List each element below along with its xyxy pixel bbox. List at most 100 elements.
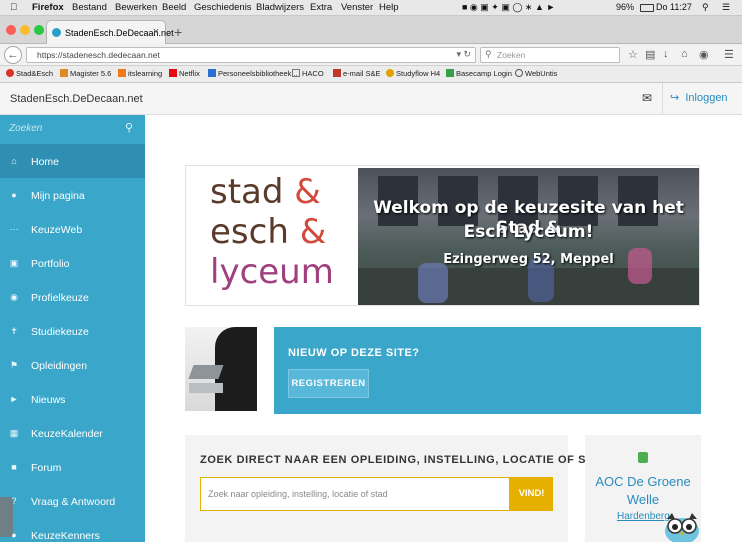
browser-tab[interactable]: StadenEsch.DeDecaan.net ×	[46, 20, 174, 44]
sidebar-item-label: KeuzeKalender	[31, 428, 103, 440]
menu-extra[interactable]: Extra	[310, 2, 332, 13]
bookmarks-bar: Stad&Esch Magister 5.6 itslearning Netfl…	[0, 66, 742, 83]
search-icon[interactable]: ⚲	[125, 121, 133, 134]
briefcase-icon: ▣	[9, 258, 19, 268]
browser-search-input[interactable]: ⚲ Zoeken	[480, 47, 620, 63]
clock: Do 11:27	[656, 2, 692, 12]
school-building-photo: Welkom op de keuzesite van het Stad & Es…	[358, 168, 699, 305]
menu-bewerken[interactable]: Bewerken	[115, 2, 157, 13]
bookmark-star-icon[interactable]: ☆	[628, 48, 638, 61]
globe-icon: ◉	[10, 292, 18, 302]
menu-app-name[interactable]: Firefox	[32, 2, 64, 13]
student-photo	[185, 327, 257, 411]
sidebar-item-home[interactable]: ⌂ Home	[0, 145, 145, 178]
school-address: Ezingerweg 52, Meppel	[443, 252, 614, 267]
minimize-window-button[interactable]	[20, 25, 30, 35]
sidebar-item-studiekeuze[interactable]: ✝ Studiekeuze	[0, 315, 145, 348]
sidebar-item-label: Profielkeuze	[31, 292, 89, 304]
login-icon: ↪	[670, 92, 680, 104]
menu-bladwijzers[interactable]: Bladwijzers	[256, 2, 304, 13]
menu-geschiedenis[interactable]: Geschiedenis	[194, 2, 252, 13]
logo-text: lyceum	[210, 252, 334, 292]
home-button-icon[interactable]: ⌂	[681, 48, 688, 60]
sidebar-item-opleidingen[interactable]: ⚑ Opleidingen	[0, 349, 145, 382]
sidebar-item-profielkeuze[interactable]: ◉ Profielkeuze	[0, 281, 145, 314]
url-bar[interactable]: https://stadenesch.dedecaan.net ▾ ↻	[26, 47, 476, 63]
sidebar-item-label: Nieuws	[31, 394, 66, 406]
site-title[interactable]: StadenEsch.DeDecaan.net	[10, 93, 143, 105]
logo-text: stad &	[210, 172, 321, 212]
sidebar-item-label: Mijn pagina	[31, 190, 85, 202]
sidebar-search-input[interactable]: Zoeken ⚲	[0, 115, 145, 145]
bookmark-item[interactable]: Studyflow H4	[386, 69, 440, 78]
bookmark-item[interactable]: Magister 5.6	[60, 69, 111, 78]
header-divider	[662, 83, 663, 115]
mail-icon[interactable]: ✉	[642, 91, 652, 105]
sidebar-item-label: Opleidingen	[31, 360, 88, 372]
sidebar-item-vraag-antwoord[interactable]: ? Vraag & Antwoord	[0, 485, 145, 518]
back-arrow-icon[interactable]: ←	[4, 46, 22, 64]
menu-help[interactable]: Help	[379, 2, 399, 13]
status-icons: ■ ◉ ▣ ✦ ▣ ◯ ∗ ▲ ►	[462, 2, 556, 12]
reload-icon[interactable]: ▾ ↻	[456, 49, 471, 60]
bookmark-item[interactable]: Basecamp Login	[446, 69, 512, 78]
sidebar-item-label: KeuzeWeb	[31, 224, 83, 236]
owl-mascot-icon[interactable]	[662, 509, 702, 542]
sidebar-item-portfolio[interactable]: ▣ Portfolio	[0, 247, 145, 280]
signpost-icon: ✝	[10, 326, 18, 336]
menu-venster[interactable]: Venster	[341, 2, 373, 13]
reading-list-icon[interactable]: ▤	[645, 48, 655, 61]
search-panel-title: ZOEK DIRECT NAAR EEN OPLEIDING, INSTELLI…	[200, 454, 610, 466]
menu-bestand[interactable]: Bestand	[72, 2, 107, 13]
bookmark-item[interactable]: HACO	[292, 69, 324, 78]
apple-menu-icon[interactable]: 	[10, 2, 17, 13]
bookmark-item[interactable]: Stad&Esch	[6, 69, 53, 78]
close-window-button[interactable]	[6, 25, 16, 35]
chat-icon: ■	[11, 462, 17, 472]
zoom-window-button[interactable]	[34, 25, 44, 35]
spotlight-icon[interactable]: ⚲	[702, 2, 709, 13]
search-panel: ZOEK DIRECT NAAR EEN OPLEIDING, INSTELLI…	[185, 435, 609, 542]
find-button[interactable]: VIND!	[510, 477, 553, 511]
register-promo: NIEUW OP DEZE SITE? REGISTREREN	[274, 327, 701, 414]
sidebar-item-keuzeweb[interactable]: ⋯ KeuzeWeb	[0, 213, 145, 246]
sidebar-drag-handle[interactable]	[0, 497, 13, 537]
home-icon: ⌂	[11, 156, 17, 166]
welcome-banner: stad & esch & lyceum Welkom op de keuzes…	[185, 165, 700, 306]
hamburger-menu-icon[interactable]: ☰	[724, 48, 734, 61]
sidebar-item-label: Vraag & Antwoord	[31, 496, 116, 508]
battery-icon	[640, 4, 654, 12]
pocket-icon[interactable]: ◉	[699, 48, 709, 61]
notification-center-icon[interactable]: ☰	[722, 2, 730, 13]
sidebar: Zoeken ⚲ ⌂ Home ● Mijn pagina ⋯ KeuzeWeb…	[0, 115, 145, 542]
sidebar-item-forum[interactable]: ■ Forum	[0, 451, 145, 484]
bookmark-item[interactable]: itslearning	[118, 69, 162, 78]
tab-favicon-icon	[52, 28, 61, 37]
megaphone-icon: ►	[9, 394, 19, 404]
sidebar-item-mijn-pagina[interactable]: ● Mijn pagina	[0, 179, 145, 212]
downloads-icon[interactable]: ↓	[663, 48, 669, 60]
school-logo: stad & esch & lyceum	[186, 166, 358, 305]
sidebar-item-keuzekenners[interactable]: ● KeuzeKenners	[0, 519, 145, 552]
bookmark-item[interactable]: WebUntis	[515, 69, 557, 78]
bookmark-item[interactable]: Personeelsbibliotheek...	[208, 69, 298, 78]
school-name-link[interactable]: AOC De Groene Welle	[585, 473, 701, 509]
browser-search-placeholder: Zoeken	[497, 50, 526, 60]
sidebar-search-placeholder: Zoeken	[9, 123, 43, 134]
flag-icon: ⚑	[9, 360, 19, 370]
login-label: Inloggen	[685, 92, 728, 104]
menu-beeld[interactable]: Beeld	[162, 2, 186, 13]
tab-close-icon[interactable]: ×	[153, 26, 159, 38]
login-link[interactable]: ↪ Inloggen	[670, 91, 728, 104]
sidebar-item-label: KeuzeKenners	[31, 530, 100, 542]
sidebar-item-keuzekalender[interactable]: ▦ KeuzeKalender	[0, 417, 145, 450]
new-tab-icon[interactable]: +	[174, 24, 182, 40]
sidebar-item-nieuws[interactable]: ► Nieuws	[0, 383, 145, 416]
register-button[interactable]: REGISTREREN	[288, 369, 369, 398]
sidebar-item-label: Forum	[31, 462, 62, 474]
calendar-icon: ▦	[9, 428, 19, 438]
bookmark-item[interactable]: e-mail S&E	[333, 69, 381, 78]
register-promo-title: NIEUW OP DEZE SITE?	[288, 347, 420, 359]
bookmark-item[interactable]: Netflix	[169, 69, 200, 78]
opleiding-search-input[interactable]: Zoek naar opleiding, instelling, locatie…	[200, 477, 510, 511]
